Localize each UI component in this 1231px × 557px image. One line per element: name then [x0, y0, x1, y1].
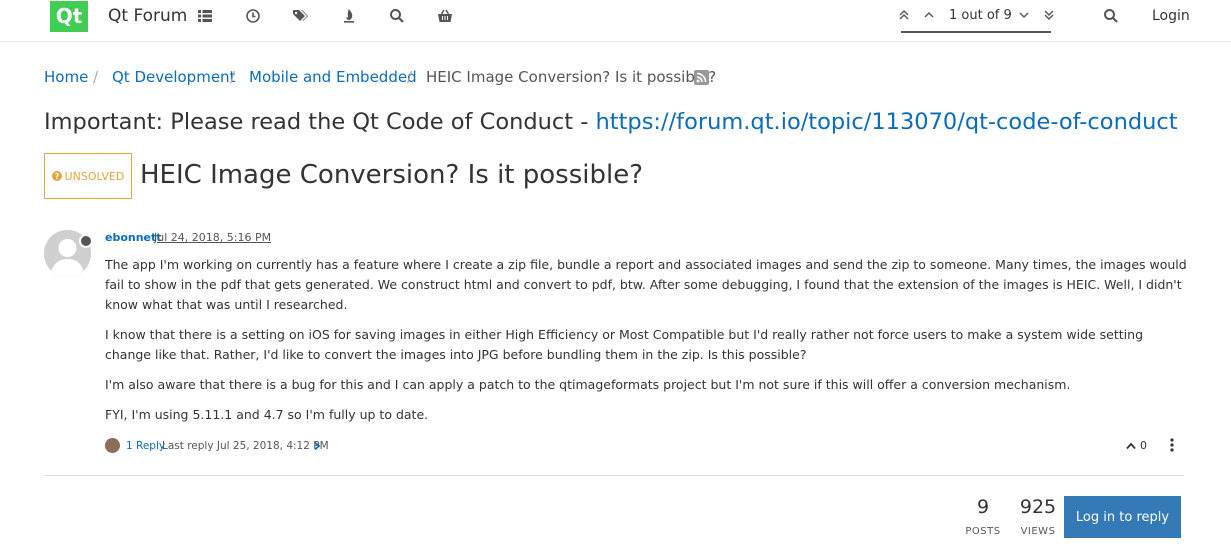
code-of-conduct-link[interactable]: https://forum.qt.io/topic/113070/qt-code…	[596, 109, 1178, 135]
search-icon[interactable]	[1103, 8, 1121, 26]
breadcrumb-qt-development[interactable]: Qt Development	[112, 68, 235, 86]
recent-icon[interactable]	[245, 8, 263, 26]
breadcrumb-separator: /	[93, 68, 99, 86]
chevron-right-icon[interactable]	[312, 441, 322, 451]
post-divider	[44, 475, 1184, 476]
rss-icon[interactable]	[694, 70, 709, 85]
first-post-icon[interactable]	[897, 8, 911, 22]
log-in-to-reply-button[interactable]: Log in to reply	[1064, 496, 1181, 538]
search-nav-icon[interactable]	[389, 8, 407, 26]
post-menu-icon[interactable]	[1167, 437, 1177, 453]
forum-brand[interactable]: Qt Forum	[108, 6, 187, 26]
shop-icon[interactable]	[437, 8, 455, 26]
post-paragraph: I'm also aware that there is a bug for t…	[105, 377, 1071, 392]
popular-icon[interactable]	[341, 8, 359, 26]
posts-count: 9	[976, 496, 990, 518]
vote-count: 0	[1140, 439, 1147, 452]
post-paragraph: FYI, I'm using 5.11.1 and 4.7 so I'm ful…	[105, 407, 429, 422]
post-timestamp[interactable]: Jul 24, 2018, 5:16 PM	[154, 231, 271, 244]
code-of-conduct-notice: Important: Please read the Qt Code of Co…	[44, 109, 1178, 135]
breadcrumb-home[interactable]: Home	[44, 68, 88, 86]
tags-icon[interactable]	[292, 8, 310, 26]
login-link[interactable]: Login	[1152, 8, 1190, 24]
upvote-icon[interactable]	[1125, 440, 1137, 452]
topic-title: HEIC Image Conversion? Is it possible?	[140, 160, 644, 190]
breadcrumb-separator: /	[407, 68, 413, 86]
posts-label: POSTS	[965, 526, 1001, 537]
unsolved-badge: ? UNSOLVED	[44, 153, 132, 199]
post-paragraph: The app I'm working on currently has a f…	[105, 257, 1187, 312]
last-reply-info[interactable]: Last reply Jul 25, 2018, 4:12 PM	[162, 440, 329, 452]
last-post-icon[interactable]	[1042, 8, 1056, 22]
svg-text:?: ?	[54, 172, 59, 181]
post-paragraph: I know that there is a setting on iOS fo…	[105, 327, 1144, 362]
unsolved-label: UNSOLVED	[64, 169, 125, 183]
breadcrumb-current: HEIC Image Conversion? Is it possible?	[426, 68, 717, 86]
reply-avatar[interactable]	[105, 438, 120, 453]
question-circle-icon: ?	[51, 171, 62, 181]
next-post-icon[interactable]	[1017, 8, 1031, 22]
categories-icon[interactable]	[197, 8, 215, 26]
prev-post-icon[interactable]	[922, 8, 936, 22]
offline-status-dot	[79, 234, 93, 248]
qt-logo[interactable]: Qt	[50, 1, 88, 32]
replies-link[interactable]: 1 Reply	[126, 440, 165, 452]
breadcrumb-separator: /	[230, 68, 236, 86]
pager-position[interactable]: 1 out of 9	[949, 8, 1012, 23]
views-label: VIEWS	[1020, 526, 1056, 537]
notice-text: Important: Please read the Qt Code of Co…	[44, 109, 596, 135]
breadcrumb-mobile-embedded[interactable]: Mobile and Embedded	[249, 68, 417, 86]
post-content: The app I'm working on currently has a f…	[105, 255, 1190, 435]
views-count: 925	[1019, 496, 1057, 518]
